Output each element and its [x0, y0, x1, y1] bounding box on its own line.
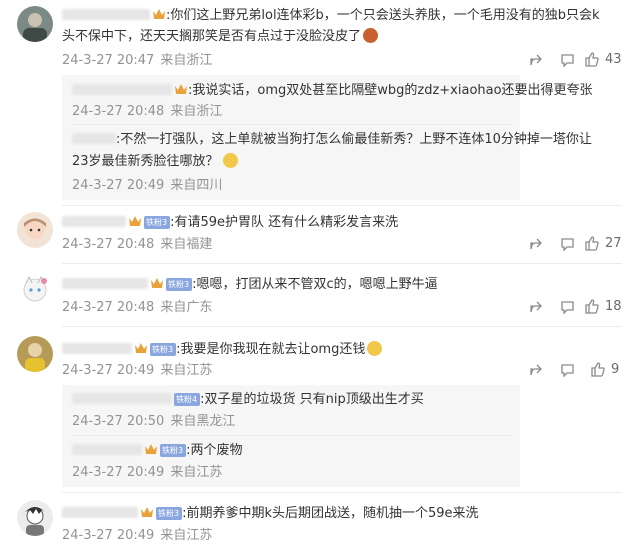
like-button[interactable]: 9: [590, 362, 619, 377]
like-count: 43: [605, 52, 622, 67]
share-icon: [530, 364, 542, 376]
crown-icon: [153, 9, 165, 19]
avatar[interactable]: [17, 500, 53, 536]
like-icon: [585, 299, 599, 314]
username[interactable]: [72, 84, 172, 95]
share-icon: [530, 54, 542, 66]
like-count: 9: [611, 362, 620, 377]
like-button[interactable]: 27: [584, 236, 622, 251]
username[interactable]: [62, 216, 126, 227]
comment-meta: 24-3-27 20:48 来自广东: [62, 300, 213, 315]
fan-badge: 铁粉3: [156, 507, 183, 520]
username[interactable]: [72, 393, 172, 404]
comment-text: :你们这上野兄弟lol连体彩b，一个只会送头养肤，一个毛用没有的独b只会k: [62, 6, 600, 26]
comment-icon: [561, 301, 574, 314]
username[interactable]: [72, 444, 142, 455]
comment-button[interactable]: [560, 300, 575, 314]
like-count: 18: [605, 299, 622, 314]
like-icon: [591, 362, 605, 377]
reply-text: :我说实话，omg双处甚至比隔壁wbg的zdz+xiaohao还要出得更夸张: [72, 81, 593, 101]
comment-button[interactable]: [560, 53, 575, 67]
comment-divider: [62, 205, 622, 206]
fan-badge: 铁粉4: [174, 393, 201, 406]
reply-meta: 24-3-27 20:49 来自四川: [72, 178, 223, 193]
comment-text: 铁粉3:有请59e护胃队 还有什么精彩发言来洗: [62, 213, 398, 233]
emoji-icon: [363, 28, 379, 43]
avatar[interactable]: [17, 212, 53, 248]
comment-meta: 24-3-27 20:47 来自浙江: [62, 53, 213, 68]
like-button[interactable]: 18: [584, 299, 622, 314]
reply-text: :不然一打强队，这上单就被当狗打怎么偷最佳新秀？上野不连体10分钟掉一塔你让: [72, 130, 592, 150]
fan-badge: 铁粉3: [160, 444, 187, 457]
fan-badge: 铁粉3: [150, 343, 177, 356]
comment-divider: [62, 492, 622, 493]
share-button[interactable]: [529, 300, 543, 314]
comment-divider: [62, 326, 622, 327]
comment-icon: [561, 54, 574, 67]
like-icon: [585, 236, 599, 251]
comment-text: 头不保中下，还天天搁那笑是否有点过于没脸没皮了: [62, 27, 379, 47]
emoji-icon: [222, 153, 238, 168]
avatar[interactable]: [17, 336, 53, 372]
crown-icon: [135, 343, 147, 353]
reply-meta: 24-3-27 20:49 来自江苏: [72, 465, 223, 480]
emoji-icon: [367, 341, 383, 356]
share-button[interactable]: [529, 363, 543, 377]
like-button[interactable]: 43: [584, 52, 622, 67]
fan-badge: 铁粉3: [144, 216, 171, 229]
crown-icon: [141, 507, 153, 517]
share-icon: [530, 238, 542, 250]
share-button[interactable]: [529, 237, 543, 251]
comment-button[interactable]: [560, 237, 575, 251]
comment-meta: 24-3-27 20:49 来自江苏: [62, 528, 213, 543]
username[interactable]: [62, 9, 150, 20]
comment-meta: 24-3-27 20:49 来自江苏: [62, 363, 213, 378]
comment-text: 铁粉3:嗯嗯，打团从来不管双c的，嗯嗯上野牛逼: [62, 275, 438, 295]
comment-button[interactable]: [560, 363, 575, 377]
reply-divider: [72, 124, 512, 125]
avatar[interactable]: [17, 6, 53, 42]
comment-text: 铁粉3:我要是你我现在就去让omg还钱: [62, 340, 383, 360]
crown-icon: [151, 278, 163, 288]
reply-divider: [72, 435, 512, 436]
reply-meta: 24-3-27 20:48 来自浙江: [72, 104, 223, 119]
crown-icon: [145, 444, 157, 454]
username[interactable]: [62, 507, 138, 518]
comment-icon: [561, 238, 574, 251]
share-button[interactable]: [529, 53, 543, 67]
crown-icon: [175, 84, 187, 94]
avatar[interactable]: [17, 271, 53, 307]
reply-text: 铁粉3:两个废物: [72, 441, 242, 461]
reply-text: 23岁最佳新秀脸往哪放？: [72, 152, 238, 172]
crown-icon: [129, 216, 141, 226]
comment-text: 铁粉3:前期养爹中期k头后期团战送，随机抽一个59e来洗: [62, 504, 479, 524]
comment-meta: 24-3-27 20:48 来自福建: [62, 237, 213, 252]
comment-icon: [561, 364, 574, 377]
username[interactable]: [62, 278, 148, 289]
username[interactable]: [72, 133, 116, 144]
comment-divider: [62, 263, 622, 264]
like-count: 27: [605, 236, 622, 251]
reply-text: 铁粉4:双子星的垃圾货 只有nip顶级出生才买: [72, 390, 424, 410]
username[interactable]: [62, 343, 132, 354]
share-icon: [530, 301, 542, 313]
fan-badge: 铁粉3: [166, 278, 193, 291]
reply-meta: 24-3-27 20:50 来自黑龙江: [72, 414, 236, 429]
like-icon: [585, 52, 599, 67]
